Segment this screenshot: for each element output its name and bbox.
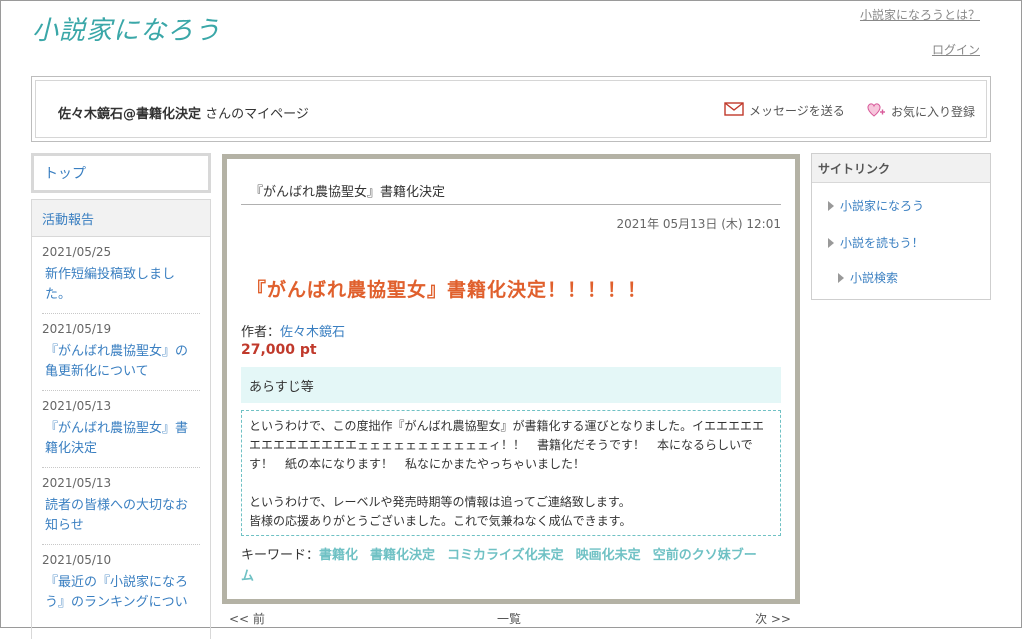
activity-report-list: 2021/05/25 新作短編投稿致しました。 2021/05/19 『がんばれ… — [32, 237, 210, 621]
mypage-title: 佐々木鏡石@書籍化決定 さんのマイページ — [58, 103, 309, 122]
list-item: 2021/05/10 『最近の『小説家になろう』のランキングについ — [42, 545, 200, 621]
report-date: 2021/05/13 — [42, 399, 112, 413]
favorite-label: お気に入り登録 — [891, 105, 976, 119]
report-date: 2021/05/25 — [42, 245, 112, 259]
left-sidebar: トップ 活動報告 2021/05/25 新作短編投稿致しました。 2021/05… — [31, 153, 211, 639]
favorite-button[interactable]: お気に入り登録 — [866, 102, 975, 121]
report-link[interactable]: 『最近の『小説家になろう』のランキングについ — [42, 573, 200, 613]
report-link[interactable]: 『がんばれ農協聖女』の亀更新化について — [42, 342, 200, 382]
arrow-right-icon — [828, 237, 834, 248]
author-link[interactable]: 佐々木鏡石 — [280, 325, 345, 340]
list-item: 2021/05/25 新作短編投稿致しました。 — [42, 237, 200, 314]
author-line: 作者：佐々木鏡石 — [241, 321, 345, 340]
login-link[interactable]: ログイン — [932, 41, 980, 58]
keywords-line: キーワード：書籍化 書籍化決定 コミカライズ化未定 映画化未定 空前のクソ妹ブーム — [241, 545, 781, 587]
report-date: 2021/05/10 — [42, 553, 112, 567]
summary-paragraph: というわけで、この度拙作『がんばれ農協聖女』が書籍化する運びとなりました。イエエ… — [249, 419, 765, 471]
mypage-bar: 佐々木鏡石@書籍化決定 さんのマイページ メッセージを送る お気に入り登録 — [31, 76, 991, 142]
next-link[interactable]: 次 >> — [755, 610, 791, 627]
report-date: 2021/05/19 — [42, 322, 112, 336]
arrow-right-icon — [828, 200, 834, 211]
site-link-label: 小説検索 — [850, 271, 899, 285]
prev-link[interactable]: << 前 — [229, 610, 265, 627]
activity-report-heading[interactable]: 活動報告 — [32, 200, 210, 237]
summary-body: というわけで、この度拙作『がんばれ農協聖女』が書籍化する運びとなりました。イエエ… — [241, 410, 781, 536]
site-link-search[interactable]: 小説検索 — [838, 269, 898, 286]
keyword-tag[interactable]: 書籍化決定 — [370, 548, 435, 563]
site-links-box: サイトリンク 小説家になろう 小説を読もう！ 小説検索 — [811, 153, 991, 300]
keyword-tag[interactable]: 書籍化 — [319, 548, 358, 563]
site-links-heading: サイトリンク — [812, 154, 990, 183]
keyword-tag[interactable]: 映画化未定 — [576, 548, 641, 563]
keywords-label: キーワード： — [241, 548, 320, 563]
summary-paragraph: 皆様の応援ありがとうございました。これで気兼ねなく成仏できます。 — [249, 514, 632, 528]
site-logo[interactable]: 小説家になろう — [32, 10, 221, 46]
mypage-suffix: さんのマイページ — [205, 107, 309, 122]
summary-heading: あらすじ等 — [241, 367, 781, 403]
site-link-label: 小説を読もう！ — [840, 236, 924, 250]
report-link[interactable]: 『がんばれ農協聖女』書籍化決定 — [42, 419, 200, 459]
list-item: 2021/05/19 『がんばれ農協聖女』の亀更新化について — [42, 314, 200, 391]
list-item: 2021/05/13 読者の皆様への大切なお知らせ — [42, 468, 200, 545]
list-link[interactable]: 一覧 — [497, 610, 521, 627]
entry-title: 『がんばれ農協聖女』書籍化決定 — [250, 185, 446, 200]
keyword-tag[interactable]: コミカライズ化未定 — [447, 548, 564, 563]
list-item: 2021/05/13 『がんばれ農協聖女』書籍化決定 — [42, 391, 200, 468]
summary-paragraph: というわけで、レーベルや発売時期等の情報は追ってご連絡致します。 — [249, 495, 631, 509]
mypage-bar-inner: 佐々木鏡石@書籍化決定 さんのマイページ メッセージを送る お気に入り登録 — [35, 80, 987, 138]
logo-text[interactable]: 小説家になろう — [32, 10, 221, 47]
report-link[interactable]: 読者の皆様への大切なお知らせ — [42, 496, 200, 536]
activity-entry: 『がんばれ農協聖女』書籍化決定 2021年 05月13日 (木) 12:01 『… — [222, 154, 800, 604]
report-link[interactable]: 新作短編投稿致しました。 — [42, 265, 200, 305]
report-date: 2021/05/13 — [42, 476, 112, 490]
site-link-label: 小説家になろう — [840, 199, 925, 213]
author-label: 作者： — [241, 325, 281, 340]
summary-paragraph — [249, 474, 773, 493]
sidebar-top-label: トップ — [44, 166, 86, 182]
arrow-right-icon — [838, 272, 844, 283]
points-value: 27,000 pt — [241, 342, 317, 358]
send-message-button[interactable]: メッセージを送る — [724, 102, 845, 119]
entry-headline: 『がんばれ農協聖女』書籍化決定！！！！！ — [247, 279, 648, 301]
title-divider — [241, 204, 781, 205]
site-link-yomou[interactable]: 小説を読もう！ — [828, 234, 924, 251]
about-link[interactable]: 小説家になろうとは？ — [860, 6, 980, 23]
activity-report-box: 活動報告 2021/05/25 新作短編投稿致しました。 2021/05/19 … — [31, 199, 211, 639]
send-message-label: メッセージを送る — [749, 104, 845, 118]
envelope-icon — [724, 102, 744, 119]
entry-date: 2021年 05月13日 (木) 12:01 — [616, 217, 781, 231]
site-link-narou[interactable]: 小説家になろう — [828, 197, 924, 214]
user-name[interactable]: 佐々木鏡石@書籍化決定 — [58, 107, 201, 122]
heart-plus-icon — [866, 102, 886, 121]
sidebar-top-link[interactable]: トップ — [31, 153, 211, 193]
